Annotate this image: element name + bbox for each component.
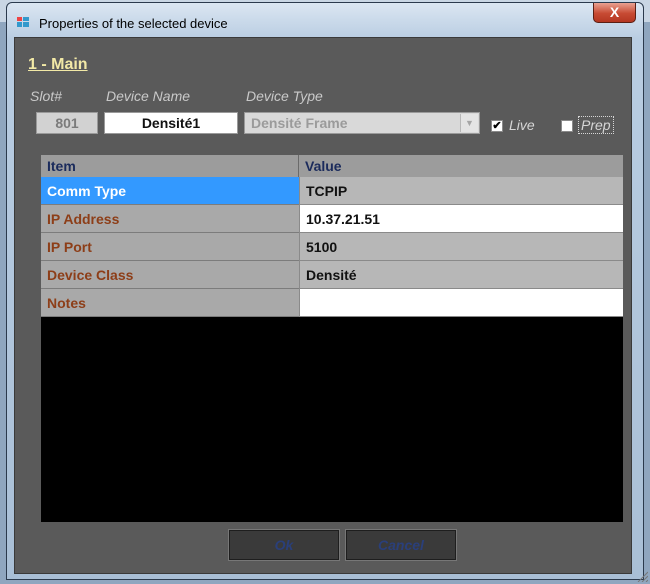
device-name-field[interactable]: Densité1: [104, 112, 238, 134]
value-cell[interactable]: [299, 289, 623, 317]
live-label: Live: [509, 117, 535, 133]
title-bar[interactable]: Properties of the selected device X: [7, 3, 643, 37]
value-cell[interactable]: TCPIP: [299, 177, 623, 205]
live-checkbox[interactable]: ✔: [491, 120, 503, 132]
slot-field[interactable]: 801: [36, 112, 98, 134]
prep-label: Prep: [578, 116, 614, 134]
value-cell[interactable]: Densité: [299, 261, 623, 289]
table-row[interactable]: Device Class Densité: [41, 261, 623, 289]
item-cell[interactable]: IP Address: [41, 205, 299, 233]
app-icon: [17, 17, 29, 27]
slot-label: Slot#: [30, 88, 62, 104]
device-type-label: Device Type: [246, 88, 323, 104]
device-name-label: Device Name: [106, 88, 191, 104]
checkmark-icon: ✔: [492, 120, 502, 132]
prep-label-wrap: Prep: [578, 116, 614, 134]
section-title: 1 - Main: [28, 56, 88, 73]
table-row[interactable]: Comm Type TCPIP: [41, 177, 623, 205]
device-type-value: Densité Frame: [251, 115, 348, 131]
item-cell[interactable]: Notes: [41, 289, 299, 317]
table-row[interactable]: IP Port 5100: [41, 233, 623, 261]
window-title: Properties of the selected device: [39, 16, 228, 31]
item-cell[interactable]: Device Class: [41, 261, 299, 289]
item-cell[interactable]: Comm Type: [41, 177, 299, 205]
prep-checkbox[interactable]: [561, 120, 573, 132]
table-row[interactable]: IP Address 10.37.21.51: [41, 205, 623, 233]
close-icon: X: [609, 4, 620, 20]
chevron-down-icon[interactable]: ▼: [460, 114, 478, 132]
ok-button[interactable]: Ok: [228, 529, 340, 561]
value-cell[interactable]: 10.37.21.51: [299, 205, 623, 233]
item-cell[interactable]: IP Port: [41, 233, 299, 261]
table-row[interactable]: Notes: [41, 289, 623, 317]
column-header-item[interactable]: Item: [41, 155, 299, 177]
properties-grid[interactable]: Item Value Comm Type TCPIP IP Address 10…: [41, 155, 623, 522]
value-cell[interactable]: 5100: [299, 233, 623, 261]
column-header-value[interactable]: Value: [299, 155, 623, 177]
device-type-select[interactable]: Densité Frame ▼: [244, 112, 480, 134]
close-button[interactable]: X: [593, 3, 636, 23]
cancel-button[interactable]: Cancel: [345, 529, 457, 561]
resize-grip-icon[interactable]: [636, 570, 648, 582]
